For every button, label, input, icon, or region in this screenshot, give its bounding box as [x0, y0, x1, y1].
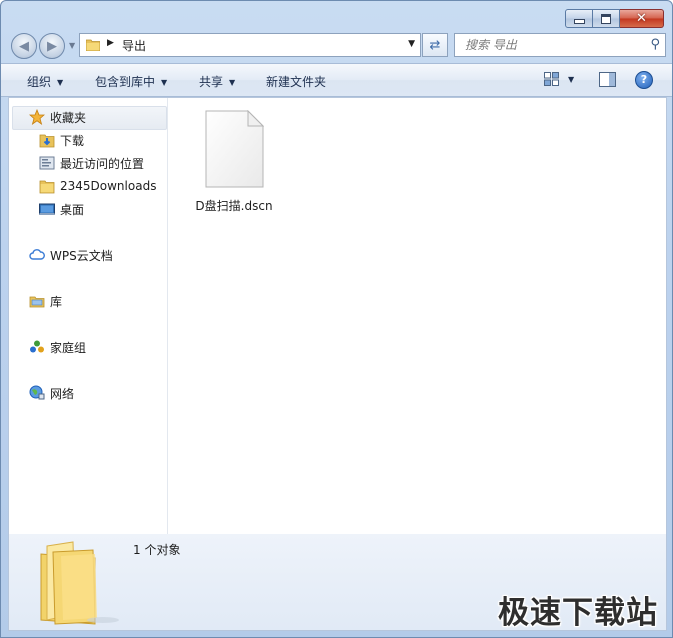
search-box[interactable]: ⚲ [454, 33, 666, 57]
file-name: D盘扫描.dscn [195, 199, 273, 213]
sidebar-item-2345downloads-label: 2345Downloads [60, 179, 157, 193]
caption-buttons: ✕ [565, 9, 664, 28]
item-count: 1 个对象 [133, 543, 181, 557]
minimize-icon [573, 19, 585, 24]
watermark-logo: 极速下载站 [498, 595, 658, 631]
recent-places-icon [39, 155, 55, 171]
address-dropdown[interactable]: ▼ [408, 39, 415, 49]
library-icon [29, 293, 45, 309]
refresh-icon: ⇄ [429, 37, 441, 53]
navigation-pane: 收藏夹 下载 最近访问的位置 2345Downloads 桌面 WPS云文档 库… [9, 98, 168, 534]
view-dropdown[interactable]: ▼ [568, 75, 574, 84]
homegroup-icon [29, 339, 45, 355]
maximize-icon [601, 13, 611, 24]
sidebar-favorites-label: 收藏夹 [50, 110, 87, 125]
sidebar-item-libraries[interactable]: 库 [29, 290, 62, 312]
breadcrumb-separator[interactable]: ▶ [107, 38, 114, 48]
forward-arrow-icon: ▶ [47, 38, 57, 54]
downloads-folder-icon [39, 132, 55, 148]
sidebar-item-desktop-label: 桌面 [60, 202, 85, 217]
organize-menu[interactable]: 组织 ▼ [27, 73, 63, 90]
sidebar-item-network-label: 网络 [50, 386, 75, 401]
sidebar-item-wps-cloud-label: WPS云文档 [50, 248, 113, 263]
explorer-window: ✕ ◀ ▶ ▼ ▶ 导出 ▼ ⇄ ⚲ 组织▼ 包含到库中▼ 共享▼ 新建文件夹 … [0, 0, 673, 638]
folder-icon [39, 178, 55, 194]
network-icon [29, 385, 45, 401]
sidebar-favorites[interactable]: 收藏夹 [28, 106, 87, 128]
sidebar-item-desktop[interactable]: 桌面 [39, 198, 84, 220]
minimize-button[interactable] [565, 9, 593, 28]
search-input[interactable] [463, 37, 647, 53]
recent-pages-dropdown[interactable]: ▼ [69, 41, 75, 50]
sidebar-item-recent-places[interactable]: 最近访问的位置 [39, 152, 144, 174]
preview-pane-icon[interactable] [599, 72, 616, 87]
search-icon[interactable]: ⚲ [650, 37, 660, 52]
maximize-button[interactable] [593, 9, 620, 28]
folder-icon [86, 39, 100, 51]
star-icon [28, 108, 46, 125]
sidebar-item-libraries-label: 库 [50, 294, 63, 309]
new-folder-button[interactable]: 新建文件夹 [266, 73, 326, 90]
back-arrow-icon: ◀ [19, 38, 29, 54]
file-item[interactable]: D盘扫描.dscn [194, 109, 274, 214]
content-area: 收藏夹 下载 最近访问的位置 2345Downloads 桌面 WPS云文档 库… [8, 97, 667, 535]
generic-file-icon [205, 109, 265, 188]
share-label: 共享 [199, 75, 224, 89]
include-in-library-menu[interactable]: 包含到库中 ▼ [95, 73, 167, 90]
cloud-icon [29, 247, 45, 263]
close-button[interactable]: ✕ [620, 9, 664, 28]
sidebar-item-2345downloads[interactable]: 2345Downloads [39, 175, 156, 197]
command-bar: 组织 ▼ 包含到库中 ▼ 共享 ▼ 新建文件夹 ▼ ? [1, 63, 672, 97]
organize-label: 组织 [27, 75, 52, 89]
include-in-library-label: 包含到库中 [95, 75, 156, 89]
sidebar-item-homegroup-label: 家庭组 [50, 340, 87, 355]
sidebar-item-downloads[interactable]: 下载 [39, 129, 84, 151]
sidebar-item-network[interactable]: 网络 [29, 382, 74, 404]
help-icon[interactable]: ? [635, 71, 653, 89]
sidebar-item-homegroup[interactable]: 家庭组 [29, 336, 86, 358]
sidebar-item-downloads-label: 下载 [60, 133, 85, 148]
refresh-button[interactable]: ⇄ [422, 33, 448, 57]
address-bar[interactable]: ▶ 导出 ▼ [79, 33, 421, 57]
desktop-icon [39, 201, 55, 217]
breadcrumb-current[interactable]: 导出 [122, 37, 146, 54]
forward-button[interactable]: ▶ [39, 33, 65, 59]
close-icon: ✕ [636, 11, 647, 26]
back-button[interactable]: ◀ [11, 33, 37, 59]
folder-large-icon [40, 541, 119, 625]
sidebar-item-wps-cloud[interactable]: WPS云文档 [29, 244, 113, 266]
sidebar-item-recent-places-label: 最近访问的位置 [60, 156, 145, 171]
share-menu[interactable]: 共享 ▼ [199, 73, 235, 90]
view-options-icon[interactable] [544, 72, 559, 86]
